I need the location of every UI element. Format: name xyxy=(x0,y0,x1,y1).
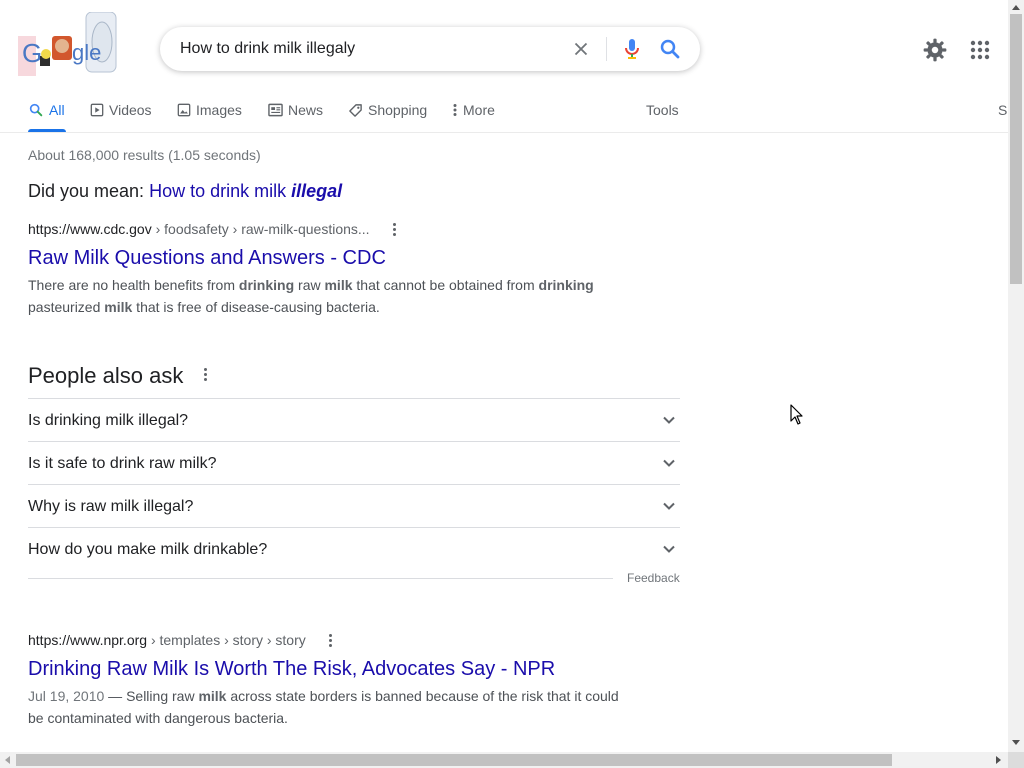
google-apps-button[interactable] xyxy=(970,40,990,60)
video-icon xyxy=(90,103,104,117)
result-options-button[interactable] xyxy=(393,223,397,237)
mic-icon xyxy=(625,39,639,59)
paa-question[interactable]: Why is raw milk illegal? xyxy=(28,484,680,527)
tab-label: Videos xyxy=(109,102,152,118)
feedback-link[interactable]: Feedback xyxy=(627,571,680,585)
result-snippet: There are no health benefits from drinki… xyxy=(28,277,594,315)
result-path: › foodsafety › raw-milk-questions... xyxy=(151,221,370,237)
clear-button[interactable] xyxy=(570,38,592,60)
search-icon xyxy=(29,103,43,117)
result-snippet: Jul 19, 2010 — Selling raw milk across s… xyxy=(28,688,619,726)
search-button[interactable] xyxy=(658,37,682,61)
svg-text:gle: gle xyxy=(72,40,101,65)
paa-question[interactable]: Is it safe to drink raw milk? xyxy=(28,441,680,484)
clear-icon xyxy=(574,42,588,56)
chevron-down-icon xyxy=(663,545,675,553)
paa-question-text: Why is raw milk illegal? xyxy=(28,498,194,515)
tab-label: More xyxy=(463,102,495,118)
mouse-cursor xyxy=(790,404,804,431)
tag-icon xyxy=(349,103,362,117)
gear-icon xyxy=(923,38,947,62)
did-you-mean: Did you mean: How to drink milk illegal xyxy=(28,180,342,202)
voice-search-button[interactable] xyxy=(620,37,644,61)
search-divider xyxy=(606,37,607,61)
horizontal-scrollbar-thumb[interactable] xyxy=(16,754,892,766)
scroll-up-arrow[interactable] xyxy=(1012,5,1020,10)
scroll-left-arrow[interactable] xyxy=(5,756,10,764)
paa-question[interactable]: Is drinking milk illegal? xyxy=(28,398,680,441)
search-icon xyxy=(660,39,680,59)
result-title-link[interactable]: Drinking Raw Milk Is Worth The Risk, Adv… xyxy=(28,656,555,682)
result-domain: https://www.npr.org xyxy=(28,632,148,648)
vertical-scrollbar-thumb[interactable] xyxy=(1010,14,1022,284)
tools-button[interactable]: Tools xyxy=(646,100,679,120)
paa-question-text: Is drinking milk illegal? xyxy=(28,412,189,429)
tab-all[interactable]: All xyxy=(28,100,65,120)
more-vert-icon xyxy=(393,223,396,226)
result-domain: https://www.cdc.gov xyxy=(28,221,152,237)
scroll-right-arrow[interactable] xyxy=(996,756,1001,764)
paa-divider xyxy=(28,578,613,579)
paa-question[interactable]: How do you make milk drinkable? xyxy=(28,527,680,570)
svg-text:G: G xyxy=(22,38,42,68)
image-icon xyxy=(177,103,191,117)
safesearch-label[interactable]: S xyxy=(998,100,1007,120)
spelling-suggestion-link[interactable]: How to drink milk illegal xyxy=(149,181,342,201)
result-url[interactable]: https://www.npr.org › templates › story … xyxy=(28,631,306,649)
tab-news[interactable]: News xyxy=(268,100,323,120)
tab-more[interactable]: More xyxy=(452,100,495,120)
result-stats: About 168,000 results (1.05 seconds) xyxy=(28,147,261,163)
scrollbar-corner xyxy=(1008,752,1024,768)
tabs-divider xyxy=(0,132,1008,133)
suggestion-correction: illegal xyxy=(291,181,343,201)
result-date: Jul 19, 2010 xyxy=(28,688,105,704)
paa-question-text: Is it safe to drink raw milk? xyxy=(28,455,217,472)
result-url[interactable]: https://www.cdc.gov › foodsafety › raw-m… xyxy=(28,220,370,238)
people-also-ask-heading: People also ask xyxy=(28,363,184,388)
chevron-down-icon xyxy=(663,416,675,424)
tab-label: Shopping xyxy=(368,102,428,118)
tab-label: Images xyxy=(196,102,242,118)
chevron-down-icon xyxy=(663,502,675,510)
more-vert-icon xyxy=(204,368,207,371)
result-title-link[interactable]: Raw Milk Questions and Answers - CDC xyxy=(28,245,386,271)
paa-question-text: How do you make milk drinkable? xyxy=(28,541,268,558)
google-logo[interactable]: G gle xyxy=(16,11,120,80)
result-options-button[interactable] xyxy=(329,634,333,648)
result-path: › templates › story › story xyxy=(147,632,306,648)
tab-videos[interactable]: Videos xyxy=(90,100,152,120)
search-box xyxy=(160,27,700,71)
people-also-ask-options-button[interactable] xyxy=(204,368,208,382)
did-you-mean-prefix: Did you mean: xyxy=(28,181,145,201)
tab-label: All xyxy=(49,102,65,118)
tab-shopping[interactable]: Shopping xyxy=(348,100,427,120)
news-icon xyxy=(268,103,283,117)
tab-label: News xyxy=(288,102,324,118)
scroll-down-arrow[interactable] xyxy=(1012,740,1020,745)
tab-images[interactable]: Images xyxy=(177,100,242,120)
more-vert-icon xyxy=(453,104,457,116)
more-vert-icon xyxy=(329,634,332,637)
search-input[interactable] xyxy=(180,27,550,71)
chevron-down-icon xyxy=(663,459,675,467)
settings-button[interactable] xyxy=(922,37,948,63)
suggestion-text: How to drink milk xyxy=(149,181,287,201)
apps-grid-icon xyxy=(970,40,990,60)
